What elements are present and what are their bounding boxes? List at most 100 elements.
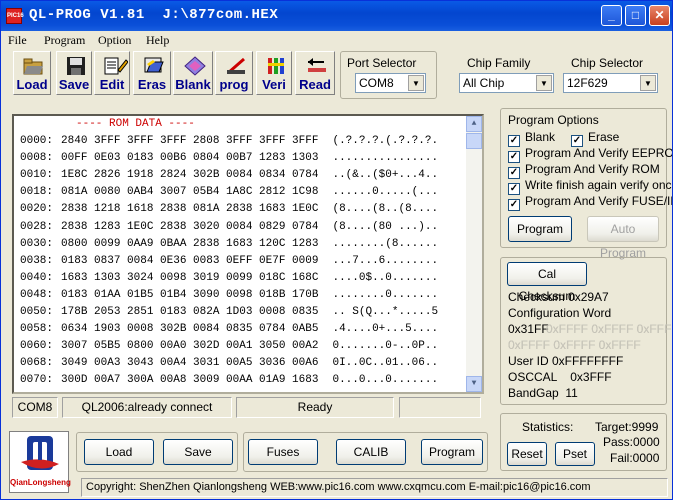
config-word-line2: 0xFFFF 0xFFFF 0xFFFF: [508, 338, 641, 352]
toolbar-blank-button[interactable]: Blank: [173, 51, 213, 95]
bottom-program-button[interactable]: Program: [421, 439, 483, 465]
rom-row-address: 0030:: [20, 237, 54, 250]
chip-selector-combo[interactable]: 12F629 ▼: [563, 73, 658, 93]
rom-row-address: 0078:: [20, 392, 53, 393]
eeprom-checkbox[interactable]: ✓ Program And Verify EEPROM: [508, 146, 673, 163]
calib-button[interactable]: CALIB: [336, 439, 406, 465]
checksum-value: Checksum 0x29A7: [508, 290, 609, 304]
toolbar-blank-label: Blank: [175, 77, 211, 92]
read-icon: [306, 56, 326, 76]
fuse-id-checkbox[interactable]: ✓ Program And Verify FUSE/ID: [508, 194, 672, 211]
rom-row-address: 0038:: [20, 254, 54, 267]
rom-row-address: 0040:: [20, 271, 54, 284]
edit-icon: [104, 56, 129, 76]
rom-row-hex: 0800 0099 0AA9 0BAA 2838 1683 120C 1283: [61, 237, 319, 250]
checkbox-checked-icon[interactable]: ✓: [508, 199, 520, 211]
port-selector-combo[interactable]: COM8 ▼: [355, 73, 426, 93]
rom-row-address: 0008:: [20, 152, 54, 165]
rom-row: 0018: 081A 0080 0AB4 3007 05B4 1A8C 2812 …: [20, 186, 438, 198]
rom-row-address: 0000:: [20, 135, 54, 147]
port-selector-label: Port Selector: [347, 56, 417, 70]
rom-row-ascii: 0...0...0.......: [332, 374, 439, 387]
erase-checkbox[interactable]: ✓ Erase: [571, 130, 619, 147]
main-window: PIC16 QL-PROG V1.81 J:\877com.HEX _ □ ✕ …: [0, 0, 673, 500]
blank-icon: [184, 56, 206, 76]
erase-icon: [143, 56, 164, 76]
rom-row-hex: 1E8C 2826 1918 2824 302B 0084 0834 0784: [61, 169, 319, 182]
rom-row-ascii: ........(8......: [332, 237, 439, 250]
fuses-button[interactable]: Fuses: [248, 439, 318, 465]
eeprom-label: Program And Verify EEPROM: [525, 146, 673, 160]
toolbar-load-button[interactable]: Load: [13, 51, 51, 95]
folder-icon: [23, 56, 43, 76]
minimize-button[interactable]: _: [601, 5, 622, 26]
company-logo: QianLongsheng: [9, 431, 71, 493]
erase-label: Erase: [588, 130, 620, 144]
app-icon: PIC16: [6, 8, 24, 24]
program-options-program-button[interactable]: Program: [508, 216, 572, 242]
rom-row: 0038: 0183 0837 0084 0E36 0083 0EFF 0E7F …: [20, 255, 438, 267]
blank-label: Blank: [525, 130, 556, 144]
toolbar-erase-button[interactable]: Eras: [133, 51, 171, 95]
rom-row: 0000: 2840 3FFF 3FFF 3FFF 2808 3FFF 3FFF …: [20, 135, 438, 147]
rom-data-view[interactable]: ---- ROM DATA ---- 0000: 2840 3FFF 3FFF 3…: [12, 114, 484, 394]
close-button[interactable]: ✕: [649, 5, 670, 26]
maximize-button[interactable]: □: [625, 5, 646, 26]
toolbar-program-label: prog: [219, 77, 249, 92]
verify-icon: [266, 56, 286, 76]
rom-row-hex: 081A 0080 0AB4 3007 05B4 1A8C 2812 1C98: [61, 186, 319, 199]
scroll-thumb[interactable]: [466, 133, 482, 149]
rom-row-ascii: (8....(8..(8....: [332, 203, 439, 216]
rom-row-ascii: (.?.?.?.(.?.?.?.: [332, 135, 439, 147]
toolbar-read-button[interactable]: Read: [295, 51, 335, 95]
logo-text: QianLongsheng: [10, 478, 71, 487]
rom-row: 0058: 0634 1903 0008 302B 0084 0835 0784 …: [20, 323, 438, 335]
chip-family-value: All Chip: [463, 76, 505, 90]
rom-row-address: 0010:: [20, 169, 54, 182]
auto-program-button[interactable]: Auto Program: [587, 216, 659, 260]
rom-label: Program And Verify ROM: [525, 162, 660, 176]
chip-selector-label: Chip Selector: [571, 56, 644, 70]
chevron-down-icon[interactable]: ▼: [640, 75, 656, 91]
reset-button[interactable]: Reset: [507, 442, 547, 466]
pset-button[interactable]: Pset: [555, 442, 595, 466]
rom-row-address: 0070:: [20, 374, 54, 387]
toolbar-save-button[interactable]: Save: [56, 51, 92, 95]
rom-row-hex: 2838 1283 1E0C 2838 3020 0084 0829 0784: [61, 220, 319, 233]
config-word-label: Configuration Word: [508, 306, 612, 320]
rom-row-ascii: .4....0+...5....: [332, 323, 439, 336]
verify-once-checkbox[interactable]: ✓ Write finish again verify once: [508, 178, 673, 195]
rom-row-ascii: .. S(Q...*.....5: [332, 306, 439, 318]
toolbar-program-button[interactable]: prog: [215, 51, 253, 95]
rom-row-ascii: ........0.......: [332, 288, 439, 301]
menu-option[interactable]: Option: [98, 33, 131, 48]
rom-row-address: 0048:: [20, 288, 54, 301]
blank-checkbox[interactable]: ✓ Blank: [508, 130, 555, 147]
floppy-icon: [66, 56, 86, 76]
cal-checksum-button[interactable]: Cal Checksum: [507, 262, 587, 303]
rom-row: 0008: 00FF 0E03 0183 00B6 0804 00B7 1283 …: [20, 152, 438, 164]
toolbar-verify-button[interactable]: Veri: [256, 51, 292, 95]
rom-row-hex: 2838 1218 1618 2838 081A 2838 1683 1E0C: [61, 203, 319, 216]
rom-checkbox[interactable]: ✓ Program And Verify ROM: [508, 162, 660, 179]
rom-scrollbar[interactable]: ▲ ▼: [466, 116, 482, 392]
menu-file[interactable]: File: [8, 33, 27, 48]
rom-row: 0078: 160C 1283 0008 3FFF 3FFF 3FFF 3FFF …: [20, 392, 438, 393]
toolbar-load-label: Load: [16, 77, 48, 92]
menu-program[interactable]: Program: [44, 33, 85, 48]
scroll-up-icon[interactable]: ▲: [466, 116, 482, 132]
chevron-down-icon[interactable]: ▼: [536, 75, 552, 91]
qianlongsheng-logo-icon: [21, 436, 59, 470]
title-bar[interactable]: PIC16 QL-PROG V1.81 J:\877com.HEX _ □ ✕: [1, 1, 672, 31]
toolbar-edit-button[interactable]: Edit: [94, 51, 130, 95]
rom-row-address: 0018:: [20, 186, 54, 199]
chip-family-combo[interactable]: All Chip ▼: [459, 73, 554, 93]
chevron-down-icon[interactable]: ▼: [408, 75, 424, 91]
bottom-save-button[interactable]: Save: [163, 439, 233, 465]
menu-help[interactable]: Help: [146, 33, 169, 48]
rom-row: 0030: 0800 0099 0AA9 0BAA 2838 1683 120C …: [20, 238, 438, 250]
bottom-load-button[interactable]: Load: [84, 439, 154, 465]
rom-row-hex: 160C 1283 0008 3FFF 3FFF 3FFF 3FFF 3FFF: [61, 392, 318, 393]
verify-once-label: Write finish again verify once: [525, 178, 673, 192]
scroll-down-icon[interactable]: ▼: [466, 376, 482, 392]
